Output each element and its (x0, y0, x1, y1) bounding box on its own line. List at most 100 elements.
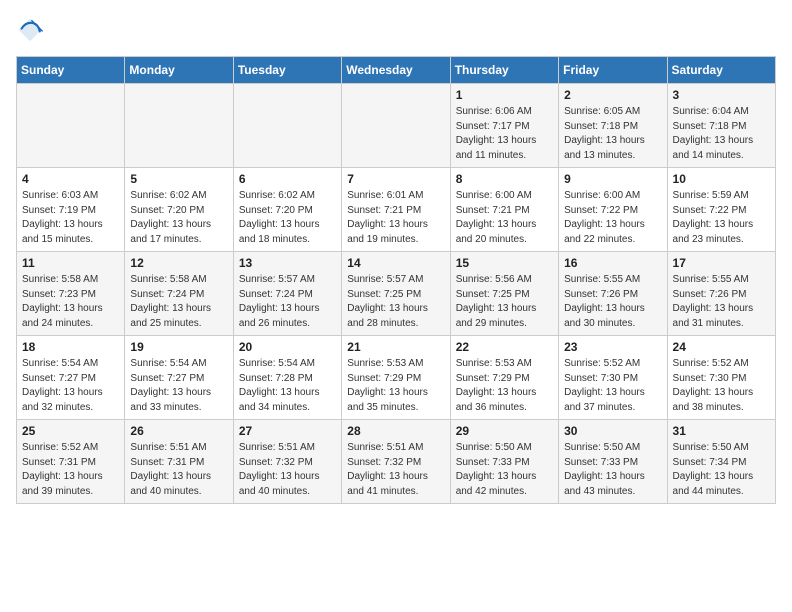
calendar-week-4: 18 Sunrise: 5:54 AM Sunset: 7:27 PM Dayli… (17, 336, 776, 420)
day-number: 14 (347, 256, 444, 270)
calendar-cell: 2 Sunrise: 6:05 AM Sunset: 7:18 PM Daylig… (559, 84, 667, 168)
day-info: Sunrise: 5:50 AM Sunset: 7:33 PM Dayligh… (456, 441, 553, 499)
day-number: 24 (673, 340, 770, 354)
col-header-wednesday: Wednesday (342, 57, 450, 84)
day-info: Sunrise: 5:50 AM Sunset: 7:33 PM Dayligh… (564, 441, 661, 499)
col-header-saturday: Saturday (667, 57, 775, 84)
day-number: 13 (239, 256, 336, 270)
day-number: 10 (673, 172, 770, 186)
calendar-cell: 19 Sunrise: 5:54 AM Sunset: 7:27 PM Dayli… (125, 336, 233, 420)
day-info: Sunrise: 5:52 AM Sunset: 7:30 PM Dayligh… (673, 357, 770, 415)
calendar-body: 1Sunrise: 6:06 AM Sunset: 7:17 PM Daylig… (17, 84, 776, 504)
day-number: 26 (130, 424, 227, 438)
day-info: Sunrise: 5:52 AM Sunset: 7:30 PM Dayligh… (564, 357, 661, 415)
calendar-cell: 11 Sunrise: 5:58 AM Sunset: 7:23 PM Dayli… (17, 252, 125, 336)
calendar-cell: 15 Sunrise: 5:56 AM Sunset: 7:25 PM Dayli… (450, 252, 558, 336)
calendar-cell: 18 Sunrise: 5:54 AM Sunset: 7:27 PM Dayli… (17, 336, 125, 420)
day-info: Sunrise: 6:03 AM Sunset: 7:19 PM Dayligh… (22, 189, 119, 247)
day-info: Sunrise: 5:56 AM Sunset: 7:25 PM Dayligh… (456, 273, 553, 331)
calendar-week-5: 25 Sunrise: 5:52 AM Sunset: 7:31 PM Dayli… (17, 420, 776, 504)
day-number: 25 (22, 424, 119, 438)
day-info: Sunrise: 5:52 AM Sunset: 7:31 PM Dayligh… (22, 441, 119, 499)
day-number: 1 (456, 88, 553, 102)
day-number: 2 (564, 88, 661, 102)
day-info: Sunrise: 5:58 AM Sunset: 7:23 PM Dayligh… (22, 273, 119, 331)
col-header-friday: Friday (559, 57, 667, 84)
day-number: 22 (456, 340, 553, 354)
day-info: Sunrise: 6:02 AM Sunset: 7:20 PM Dayligh… (239, 189, 336, 247)
day-info: Sunrise: 5:54 AM Sunset: 7:27 PM Dayligh… (22, 357, 119, 415)
calendar-cell: 28Sunrise: 5:51 AM Sunset: 7:32 PM Dayli… (342, 420, 450, 504)
header-row: SundayMondayTuesdayWednesdayThursdayFrid… (17, 57, 776, 84)
calendar-cell: 13 Sunrise: 5:57 AM Sunset: 7:24 PM Dayli… (233, 252, 341, 336)
day-number: 8 (456, 172, 553, 186)
calendar-cell: 21 Sunrise: 5:53 AM Sunset: 7:29 PM Dayli… (342, 336, 450, 420)
day-info: Sunrise: 5:55 AM Sunset: 7:26 PM Dayligh… (564, 273, 661, 331)
day-number: 30 (564, 424, 661, 438)
calendar-cell: 4 Sunrise: 6:03 AM Sunset: 7:19 PM Daylig… (17, 168, 125, 252)
day-info: Sunrise: 6:04 AM Sunset: 7:18 PM Dayligh… (673, 105, 770, 163)
calendar-cell: 7 Sunrise: 6:01 AM Sunset: 7:21 PM Daylig… (342, 168, 450, 252)
day-info: Sunrise: 5:53 AM Sunset: 7:29 PM Dayligh… (456, 357, 553, 415)
day-number: 29 (456, 424, 553, 438)
logo-icon (16, 16, 44, 44)
day-info: Sunrise: 5:51 AM Sunset: 7:31 PM Dayligh… (130, 441, 227, 499)
calendar-cell (125, 84, 233, 168)
page-header (16, 16, 776, 44)
calendar-cell: 12Sunrise: 5:58 AM Sunset: 7:24 PM Dayli… (125, 252, 233, 336)
calendar-cell: 29 Sunrise: 5:50 AM Sunset: 7:33 PM Dayli… (450, 420, 558, 504)
day-number: 21 (347, 340, 444, 354)
day-number: 6 (239, 172, 336, 186)
day-number: 31 (673, 424, 770, 438)
day-number: 15 (456, 256, 553, 270)
calendar-cell: 3 Sunrise: 6:04 AM Sunset: 7:18 PM Daylig… (667, 84, 775, 168)
col-header-monday: Monday (125, 57, 233, 84)
col-header-tuesday: Tuesday (233, 57, 341, 84)
day-number: 23 (564, 340, 661, 354)
day-number: 3 (673, 88, 770, 102)
day-info: Sunrise: 5:54 AM Sunset: 7:27 PM Dayligh… (130, 357, 227, 415)
day-info: Sunrise: 5:51 AM Sunset: 7:32 PM Dayligh… (239, 441, 336, 499)
calendar-cell: 23 Sunrise: 5:52 AM Sunset: 7:30 PM Dayli… (559, 336, 667, 420)
day-number: 18 (22, 340, 119, 354)
day-info: Sunrise: 5:54 AM Sunset: 7:28 PM Dayligh… (239, 357, 336, 415)
calendar-cell: 22 Sunrise: 5:53 AM Sunset: 7:29 PM Dayli… (450, 336, 558, 420)
col-header-sunday: Sunday (17, 57, 125, 84)
day-number: 9 (564, 172, 661, 186)
day-number: 11 (22, 256, 119, 270)
calendar-cell: 26 Sunrise: 5:51 AM Sunset: 7:31 PM Dayli… (125, 420, 233, 504)
day-number: 7 (347, 172, 444, 186)
day-info: Sunrise: 6:00 AM Sunset: 7:22 PM Dayligh… (564, 189, 661, 247)
day-info: Sunrise: 5:57 AM Sunset: 7:25 PM Dayligh… (347, 273, 444, 331)
calendar-cell: 30 Sunrise: 5:50 AM Sunset: 7:33 PM Dayli… (559, 420, 667, 504)
day-info: Sunrise: 6:01 AM Sunset: 7:21 PM Dayligh… (347, 189, 444, 247)
calendar-cell: 25 Sunrise: 5:52 AM Sunset: 7:31 PM Dayli… (17, 420, 125, 504)
day-number: 19 (130, 340, 227, 354)
calendar-cell: 8Sunrise: 6:00 AM Sunset: 7:21 PM Daylig… (450, 168, 558, 252)
calendar-week-1: 1Sunrise: 6:06 AM Sunset: 7:17 PM Daylig… (17, 84, 776, 168)
day-number: 27 (239, 424, 336, 438)
logo (16, 16, 48, 44)
col-header-thursday: Thursday (450, 57, 558, 84)
calendar-cell: 5 Sunrise: 6:02 AM Sunset: 7:20 PM Daylig… (125, 168, 233, 252)
day-number: 12 (130, 256, 227, 270)
calendar-cell: 20Sunrise: 5:54 AM Sunset: 7:28 PM Dayli… (233, 336, 341, 420)
day-info: Sunrise: 6:05 AM Sunset: 7:18 PM Dayligh… (564, 105, 661, 163)
day-number: 16 (564, 256, 661, 270)
calendar-cell (17, 84, 125, 168)
calendar-cell: 24 Sunrise: 5:52 AM Sunset: 7:30 PM Dayli… (667, 336, 775, 420)
calendar-cell: 1Sunrise: 6:06 AM Sunset: 7:17 PM Daylig… (450, 84, 558, 168)
calendar-cell: 17Sunrise: 5:55 AM Sunset: 7:26 PM Dayli… (667, 252, 775, 336)
calendar-cell: 27 Sunrise: 5:51 AM Sunset: 7:32 PM Dayli… (233, 420, 341, 504)
day-info: Sunrise: 6:02 AM Sunset: 7:20 PM Dayligh… (130, 189, 227, 247)
calendar-cell (342, 84, 450, 168)
calendar-week-3: 11 Sunrise: 5:58 AM Sunset: 7:23 PM Dayli… (17, 252, 776, 336)
day-info: Sunrise: 5:53 AM Sunset: 7:29 PM Dayligh… (347, 357, 444, 415)
day-info: Sunrise: 5:59 AM Sunset: 7:22 PM Dayligh… (673, 189, 770, 247)
day-number: 17 (673, 256, 770, 270)
day-number: 5 (130, 172, 227, 186)
day-info: Sunrise: 5:57 AM Sunset: 7:24 PM Dayligh… (239, 273, 336, 331)
calendar-cell (233, 84, 341, 168)
day-number: 4 (22, 172, 119, 186)
calendar-cell: 9 Sunrise: 6:00 AM Sunset: 7:22 PM Daylig… (559, 168, 667, 252)
